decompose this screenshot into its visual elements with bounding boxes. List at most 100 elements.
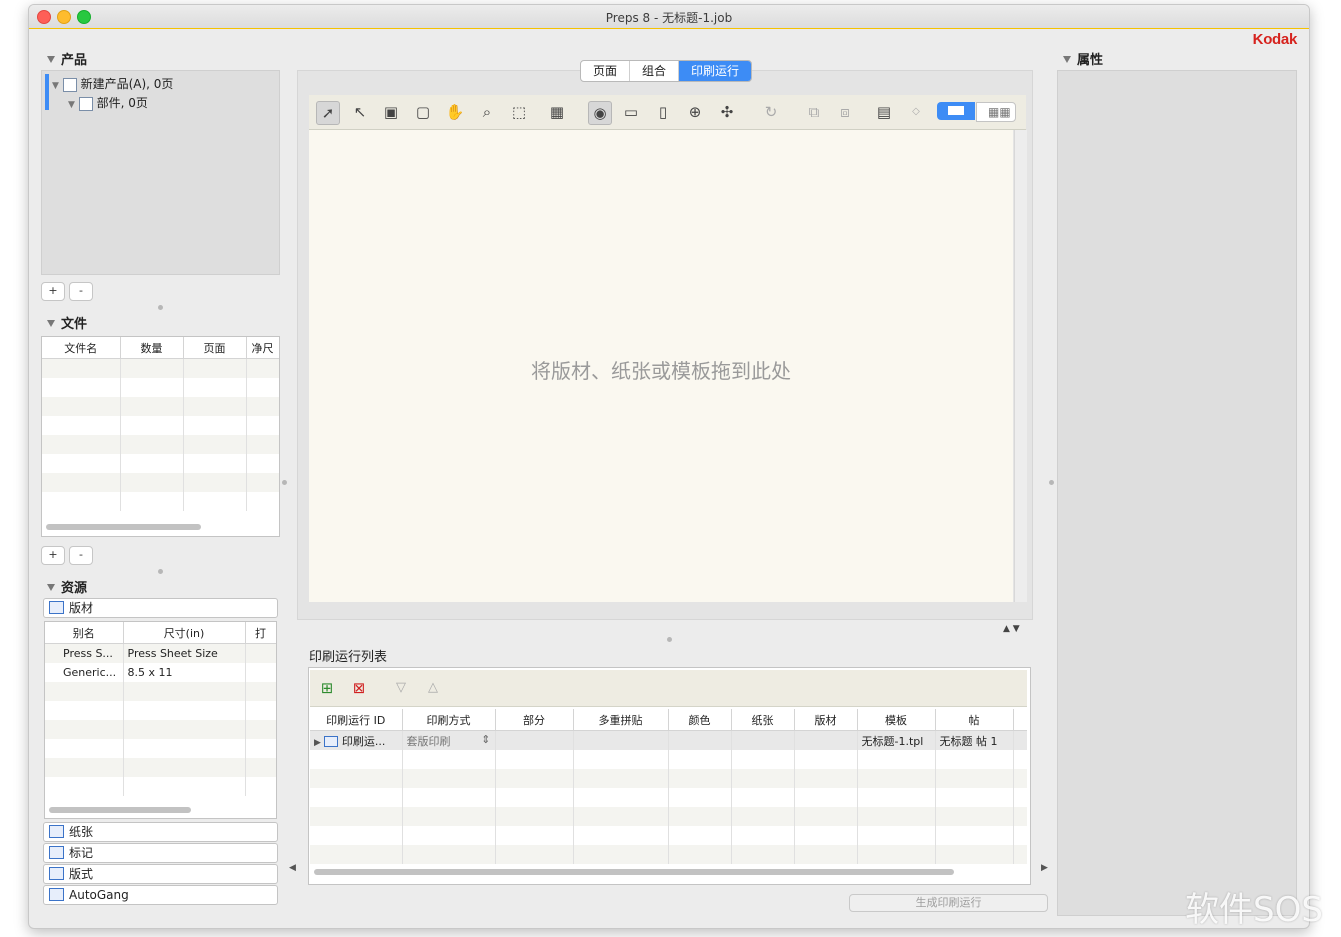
column-header-trim[interactable]: 净尺 [246, 337, 279, 359]
press-runs-table[interactable]: 印刷运行 ID 印刷方式 部分 多重拼贴 颜色 纸张 版材 模板 帖 ▶ 印刷运… [310, 709, 1027, 867]
collapse-left-icon[interactable]: ◀ [289, 863, 296, 873]
table-row[interactable]: Generic... 8.5 x 11 [45, 663, 276, 682]
sheet-preview-icon[interactable]: ▤ [873, 101, 895, 123]
column-header-filename[interactable]: 文件名 [42, 337, 121, 359]
collapse-arrows-icon[interactable]: ▲ ▼ [1003, 624, 1020, 634]
column-header-print[interactable]: 打 [245, 622, 276, 644]
tree-item-part[interactable]: ▼ 部件, 0页 [68, 94, 148, 111]
eye-icon[interactable]: ◉ [588, 101, 612, 125]
horizontal-scrollbar[interactable] [46, 524, 201, 530]
splitter-handle[interactable] [667, 637, 672, 642]
disclosure-triangle-icon [47, 320, 55, 327]
resource-tab-autogang[interactable]: AutoGang [43, 885, 278, 905]
column-header-paper[interactable]: 纸张 [731, 709, 795, 731]
files-table[interactable]: 文件名 数量 页面 净尺 [41, 336, 280, 537]
expand-icon: ▼ [52, 81, 59, 91]
tab-pages[interactable]: 页面 [581, 61, 631, 81]
table-row [42, 492, 279, 511]
product-icon [62, 77, 77, 92]
expand-row-icon[interactable]: ▶ [314, 738, 321, 748]
move-up-icon[interactable]: △ [422, 677, 444, 699]
column-header-size[interactable]: 尺寸(in) [123, 622, 246, 644]
splitter-handle[interactable] [1049, 480, 1054, 485]
remove-product-button[interactable]: - [69, 282, 93, 301]
splitter-handle[interactable] [158, 569, 163, 574]
table-row [42, 454, 279, 473]
properties-title-label: 属性 [1077, 53, 1104, 68]
table-row [42, 378, 279, 397]
horizontal-scrollbar[interactable] [49, 807, 191, 813]
page-icon[interactable]: ▢ [412, 101, 434, 123]
tree-item-product[interactable]: ▼ 新建产品(A), 0页 [52, 75, 173, 92]
rotate-icon[interactable]: ↻ [760, 101, 782, 123]
products-section-title[interactable]: 产品 [47, 49, 87, 68]
column-header-template[interactable]: 模板 [857, 709, 936, 731]
column-header-plate[interactable]: 版材 [794, 709, 858, 731]
add-run-icon[interactable]: ⊞ [316, 677, 338, 699]
watermark: 软件SOS [1185, 890, 1323, 930]
marks-icon [49, 846, 64, 859]
vertical-scrollbar[interactable] [1014, 130, 1027, 602]
splitter-handle[interactable] [282, 480, 287, 485]
cell-plate [794, 730, 858, 750]
column-header-section[interactable]: 部分 [495, 709, 574, 731]
group-icon[interactable]: ⧉ [803, 101, 825, 123]
select-arrow-icon[interactable]: ➚ [316, 101, 340, 125]
files-section-title[interactable]: 文件 [47, 313, 87, 332]
table-row [310, 750, 1027, 769]
remove-file-button[interactable]: - [69, 546, 93, 565]
generate-press-run-button[interactable]: 生成印刷运行 [849, 894, 1048, 912]
delete-run-icon[interactable]: ⊠ [348, 677, 370, 699]
cell-multi-gang [573, 730, 669, 750]
column-header-alias[interactable]: 别名 [45, 622, 124, 644]
resource-tab-layouts[interactable]: 版式 [43, 864, 278, 884]
resources-section-title[interactable]: 资源 [47, 577, 87, 596]
hand-icon[interactable]: ✋ [444, 101, 466, 123]
window-title: Preps 8 - 无标题-1.job [605, 11, 733, 25]
table-row [310, 769, 1027, 788]
document-icon[interactable]: ▯ [652, 101, 674, 123]
align-icon[interactable]: ✣ [716, 101, 738, 123]
single-view-button[interactable] [937, 102, 975, 120]
ungroup-icon[interactable]: ⧈ [834, 101, 856, 123]
resource-tab-paper[interactable]: 纸张 [43, 822, 278, 842]
resource-tab-marks[interactable]: 标记 [43, 843, 278, 863]
imposition-canvas[interactable]: 将版材、纸张或模板拖到此处 [309, 130, 1013, 602]
column-header-color[interactable]: 颜色 [668, 709, 732, 731]
move-down-icon[interactable]: ▽ [390, 677, 412, 699]
add-file-button[interactable]: + [41, 546, 65, 565]
horizontal-scrollbar[interactable] [314, 869, 954, 875]
zoom-icon[interactable]: ⌕ [476, 101, 498, 123]
properties-section-title[interactable]: 属性 [1063, 49, 1103, 68]
column-header-pages[interactable]: 页面 [183, 337, 247, 359]
column-header-multi-gang[interactable]: 多重拼贴 [573, 709, 669, 731]
table-row[interactable]: ▶ 印刷运... 套版印刷 ⇕ 无标题-1.tpl 无标题 帖 1 [310, 730, 1027, 750]
resource-tab-plates[interactable]: 版材 [43, 598, 278, 618]
pointer-icon[interactable]: ↖ [349, 101, 371, 123]
grid-view-button[interactable]: ▦▦ [976, 102, 1016, 122]
collapse-right-icon[interactable]: ▶ [1041, 863, 1048, 873]
cell-template: 无标题-1.tpl [857, 730, 936, 750]
page-number-icon[interactable]: ▣ [380, 101, 402, 123]
table-row [45, 701, 276, 720]
title-bar: Preps 8 - 无标题-1.job [29, 5, 1309, 29]
marquee-icon[interactable]: ⬚ [508, 101, 530, 123]
tab-press-runs[interactable]: 印刷运行 [679, 61, 752, 81]
expand-icon: ▼ [68, 100, 75, 110]
ruler-icon[interactable]: ▭ [620, 101, 642, 123]
splitter-handle[interactable] [158, 305, 163, 310]
column-header-run-id[interactable]: 印刷运行 ID [310, 709, 403, 731]
column-header-quantity[interactable]: 数量 [120, 337, 184, 359]
magic-grid-icon[interactable]: ▦ [546, 101, 568, 123]
table-row[interactable]: Press S... Press Sheet Size [45, 643, 276, 663]
print-method-select[interactable]: 套版印刷 ⇕ [402, 730, 496, 750]
products-tree[interactable]: ▼ 新建产品(A), 0页 ▼ 部件, 0页 [41, 70, 280, 275]
zoom-slider-icon[interactable]: ◇ [905, 101, 927, 123]
crosshair-icon[interactable]: ⊕ [684, 101, 706, 123]
plates-table[interactable]: 别名 尺寸(in) 打 Press S... Press Sheet Size G… [44, 621, 277, 819]
add-product-button[interactable]: + [41, 282, 65, 301]
column-header-signature[interactable]: 帖 [935, 709, 1014, 731]
column-header-print-method[interactable]: 印刷方式 [402, 709, 496, 731]
tab-imposition[interactable]: 组合 [630, 61, 680, 81]
run-id-text: 印刷运... [341, 734, 386, 748]
